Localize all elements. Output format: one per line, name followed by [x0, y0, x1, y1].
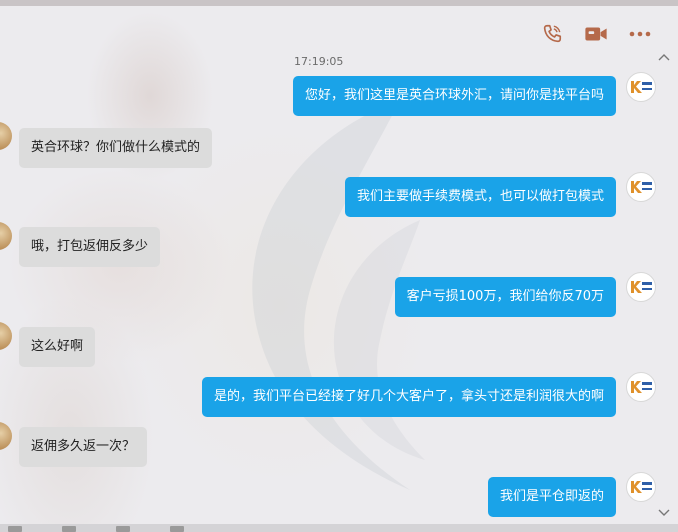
avatar[interactable]	[626, 72, 656, 102]
incoming-message[interactable]: 返佣多久返一次？	[19, 427, 148, 467]
kalo-logo-icon	[631, 481, 652, 493]
file-icon[interactable]	[62, 526, 76, 532]
outgoing-message[interactable]: 我们主要做手续费模式，也可以做打包模式	[344, 177, 616, 217]
avatar[interactable]	[626, 172, 656, 202]
chat-header-actions	[540, 22, 652, 46]
phone-icon[interactable]	[540, 22, 564, 46]
scroll-down-arrow-icon[interactable]	[658, 508, 670, 518]
video-camera-icon[interactable]	[584, 22, 608, 46]
emoji-icon[interactable]	[8, 526, 22, 532]
message-timestamp: 17:19:05	[294, 55, 344, 68]
incoming-message[interactable]: 哦，打包返佣反多少	[19, 227, 161, 267]
kalo-logo-icon	[631, 381, 652, 393]
history-icon[interactable]	[170, 526, 184, 532]
more-icon[interactable]	[628, 22, 652, 46]
avatar[interactable]	[626, 472, 656, 502]
outgoing-message[interactable]: 您好，我们这里是英合环球外汇，请问你是找平台吗	[292, 76, 616, 116]
incoming-message[interactable]: 英合环球？你们做什么模式的	[19, 128, 213, 168]
avatar[interactable]	[626, 272, 656, 302]
input-toolbar-icons	[8, 526, 184, 532]
kalo-logo-icon	[631, 181, 652, 193]
scroll-up-arrow-icon[interactable]	[658, 52, 670, 62]
incoming-message[interactable]: 这么好啊	[19, 327, 96, 367]
kalo-logo-icon	[631, 81, 652, 93]
screenshot-icon[interactable]	[116, 526, 130, 532]
outgoing-message[interactable]: 我们是平仓即返的	[487, 477, 616, 517]
outgoing-message[interactable]: 是的，我们平台已经接了好几个大客户了，拿头寸还是利润很大的啊	[201, 377, 616, 417]
outgoing-message[interactable]: 客户亏损100万，我们给你反70万	[394, 277, 616, 317]
kalo-logo-icon	[631, 281, 652, 293]
avatar[interactable]	[626, 372, 656, 402]
